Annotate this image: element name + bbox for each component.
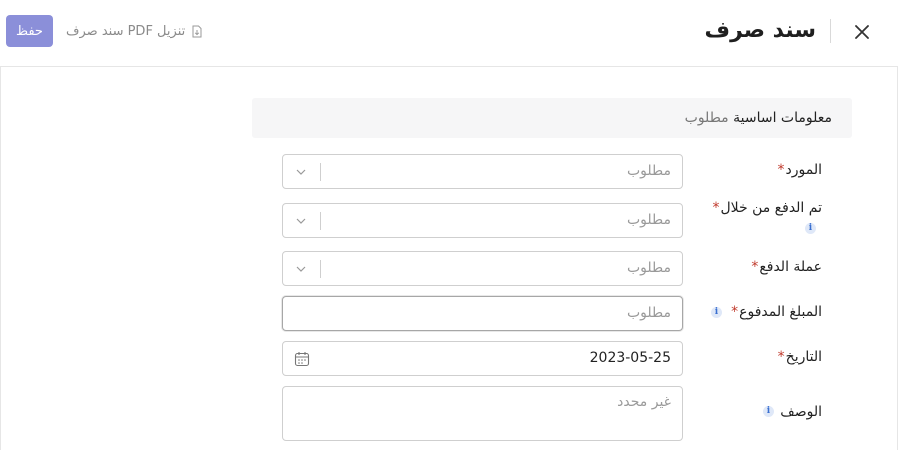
chevron-down-icon[interactable] <box>295 263 307 275</box>
amount-input[interactable]: مطلوب <box>282 296 683 331</box>
select-separator <box>320 163 321 181</box>
date-label: التاريخ* <box>778 349 822 365</box>
save-button[interactable]: حفظ <box>6 15 53 47</box>
info-icon[interactable]: i <box>805 223 816 234</box>
download-pdf-label: تنزيل PDF سند صرف <box>66 23 186 39</box>
header-divider <box>830 19 831 43</box>
file-download-icon <box>192 25 202 37</box>
close-button[interactable] <box>848 18 876 46</box>
description-label-text: الوصف <box>780 404 822 420</box>
date-input[interactable]: 2023-05-25 <box>282 341 683 376</box>
currency-placeholder: مطلوب <box>626 260 671 276</box>
currency-label: عملة الدفع* <box>751 259 822 275</box>
date-value: 2023-05-25 <box>589 350 671 366</box>
calendar-icon[interactable] <box>294 351 310 367</box>
required-mark: * <box>777 349 785 365</box>
section-title-sub: مطلوب <box>684 110 729 126</box>
amount-label-text: المبلغ المدفوع <box>739 304 822 320</box>
date-label-text: التاريخ <box>785 349 822 365</box>
page-title: سند صرف <box>704 18 816 43</box>
section-title-main: معلومات اساسية <box>733 110 832 126</box>
supplier-label-text: المورد <box>785 162 822 178</box>
required-mark: * <box>751 259 759 275</box>
info-icon[interactable]: i <box>763 406 774 417</box>
paid-via-label-text: تم الدفع من خلال <box>720 200 822 216</box>
chevron-down-icon[interactable] <box>295 166 307 178</box>
amount-label: المبلغ المدفوع* <box>731 304 822 320</box>
paid-via-select[interactable]: مطلوب <box>282 203 683 238</box>
required-mark: * <box>712 200 720 216</box>
currency-label-text: عملة الدفع <box>759 259 822 275</box>
supplier-placeholder: مطلوب <box>626 163 671 179</box>
supplier-label: المورد* <box>778 162 822 178</box>
paid-via-label: تم الدفع من خلال* <box>712 200 822 216</box>
select-separator <box>320 212 321 230</box>
close-icon <box>855 25 869 39</box>
supplier-select[interactable]: مطلوب <box>282 154 683 189</box>
section-header: معلومات اساسية مطلوب <box>252 98 852 138</box>
description-label: الوصف <box>780 404 822 420</box>
amount-placeholder: مطلوب <box>626 305 671 321</box>
select-separator <box>320 260 321 278</box>
required-mark: * <box>777 162 785 178</box>
required-mark: * <box>731 304 739 320</box>
modal-header: سند صرف تنزيل PDF سند صرف حفظ <box>0 0 898 67</box>
info-icon[interactable]: i <box>711 307 722 318</box>
section-title: معلومات اساسية مطلوب <box>685 98 832 138</box>
chevron-down-icon[interactable] <box>295 215 307 227</box>
currency-select[interactable]: مطلوب <box>282 251 683 286</box>
description-placeholder: غير محدد <box>617 394 671 410</box>
download-pdf-button[interactable]: تنزيل PDF سند صرف <box>66 20 203 42</box>
description-textarea[interactable]: غير محدد <box>282 386 683 441</box>
paid-via-placeholder: مطلوب <box>626 212 671 228</box>
